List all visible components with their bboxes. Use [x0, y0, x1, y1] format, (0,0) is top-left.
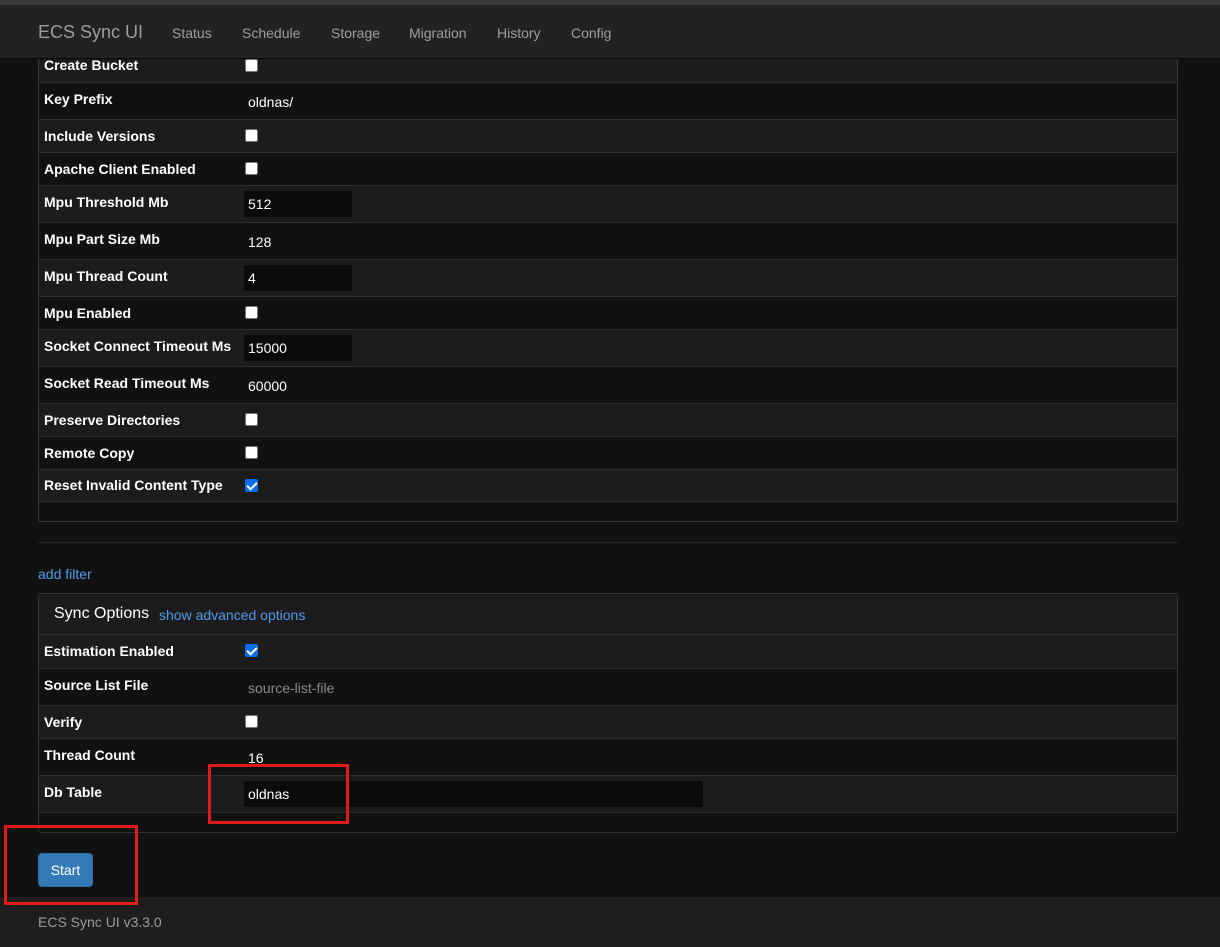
option-row: Mpu Part Size Mb 128 [39, 222, 1177, 259]
option-label: Apache Client Enabled [44, 161, 196, 177]
navbar: ECS Sync UI Status Schedule Storage Migr… [0, 5, 1220, 59]
option-label: Mpu Enabled [44, 305, 132, 321]
panel-title: Sync Options [54, 605, 150, 622]
option-label: Mpu Threshold Mb [44, 194, 169, 210]
nav-history[interactable]: History [497, 25, 541, 41]
nav-migration[interactable]: Migration [409, 25, 467, 41]
nav-schedule[interactable]: Schedule [242, 25, 300, 41]
option-label: Thread Count [44, 747, 135, 763]
option-row: Estimation Enabled [39, 635, 1177, 668]
option-row: Include Versions [39, 119, 1177, 152]
option-label: Estimation Enabled [44, 643, 174, 659]
option-row: Socket Read Timeout Ms 60000 [39, 366, 1177, 403]
include-versions-checkbox[interactable] [245, 129, 258, 142]
option-row: Key Prefix oldnas/ [39, 82, 1177, 119]
annotation-box-start [4, 825, 138, 905]
option-label: Include Versions [44, 128, 156, 144]
key-prefix-value[interactable]: oldnas/ [248, 94, 293, 110]
option-row: Preserve Directories [39, 403, 1177, 436]
source-list-file-input[interactable]: source-list-file [248, 680, 334, 696]
brand[interactable]: ECS Sync UI [38, 22, 143, 43]
storage-options-panel: Create Bucket Key Prefix oldnas/ Include… [38, 57, 1178, 522]
annotation-box-db-table [208, 764, 349, 824]
remote-copy-checkbox[interactable] [245, 446, 258, 459]
verify-checkbox[interactable] [245, 715, 258, 728]
option-row: Socket Connect Timeout Ms 15000 [39, 329, 1177, 366]
option-label: Reset Invalid Content Type [44, 477, 223, 493]
mpu-enabled-checkbox[interactable] [245, 306, 258, 319]
option-row: Source List File source-list-file [39, 668, 1177, 705]
socket-read-timeout-value[interactable]: 60000 [248, 378, 287, 394]
apache-client-enabled-checkbox[interactable] [245, 162, 258, 175]
option-row: Mpu Enabled [39, 296, 1177, 329]
option-label: Remote Copy [44, 445, 135, 461]
show-advanced-options-link[interactable]: show advanced options [159, 607, 305, 623]
reset-invalid-content-type-checkbox[interactable] [245, 479, 258, 492]
option-row: Remote Copy [39, 436, 1177, 469]
footer: ECS Sync UI v3.3.0 [0, 897, 1220, 947]
option-label: Create Bucket [44, 57, 139, 73]
option-row: Apache Client Enabled [39, 152, 1177, 185]
mpu-part-size-value[interactable]: 128 [248, 234, 271, 250]
socket-connect-timeout-input[interactable]: 15000 [244, 335, 352, 361]
mpu-thread-count-input[interactable]: 4 [244, 265, 352, 291]
version-text: ECS Sync UI v3.3.0 [38, 914, 162, 930]
nav-status[interactable]: Status [172, 25, 212, 41]
option-label: Mpu Part Size Mb [44, 231, 160, 247]
option-row: Mpu Threshold Mb 512 [39, 185, 1177, 222]
create-bucket-checkbox[interactable] [245, 59, 258, 72]
option-label: Verify [44, 714, 83, 730]
option-row: Reset Invalid Content Type [39, 469, 1177, 501]
nav-storage[interactable]: Storage [331, 25, 380, 41]
preserve-directories-checkbox[interactable] [245, 413, 258, 426]
mpu-threshold-input[interactable]: 512 [244, 191, 352, 217]
option-label: Source List File [44, 677, 149, 693]
option-row: Mpu Thread Count 4 [39, 259, 1177, 296]
option-row: Create Bucket [39, 57, 1177, 82]
option-label: Socket Connect Timeout Ms [44, 338, 232, 354]
add-filter-link[interactable]: add filter [38, 566, 92, 582]
option-label: Preserve Directories [44, 412, 181, 428]
option-label: Socket Read Timeout Ms [44, 375, 210, 391]
option-label: Key Prefix [44, 91, 113, 107]
sync-options-heading: Sync Options show advanced options [39, 594, 1177, 635]
option-label: Mpu Thread Count [44, 268, 168, 284]
panel-footer-spacer [39, 501, 1177, 521]
divider [38, 542, 1178, 543]
option-row: Verify [39, 705, 1177, 738]
estimation-enabled-checkbox[interactable] [245, 644, 258, 657]
option-label: Db Table [44, 784, 103, 800]
nav-config[interactable]: Config [571, 25, 611, 41]
